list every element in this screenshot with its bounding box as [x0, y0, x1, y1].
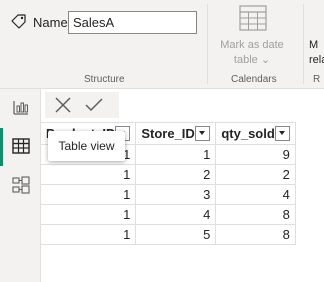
table-cell[interactable]: 9 — [215, 144, 296, 165]
mark-as-date-table-button[interactable]: Mark as date table ⌄ — [210, 38, 294, 68]
filter-dropdown-icon[interactable] — [274, 126, 290, 141]
manage-relationships-button[interactable]: M rela — [309, 38, 324, 68]
mark-as-date-table-line1: Mark as date — [220, 39, 284, 51]
column-header-store-id[interactable]: Store_ID — [135, 122, 217, 145]
name-label: Name — [33, 15, 68, 30]
table-cell[interactable]: 2 — [135, 164, 217, 185]
table-cell[interactable]: 5 — [135, 224, 217, 245]
table-cell[interactable]: 1 — [39, 224, 137, 245]
table-cell[interactable]: 1 — [39, 204, 137, 225]
name-input[interactable] — [68, 11, 197, 34]
report-view-icon[interactable] — [11, 97, 31, 117]
table-view-tooltip: Table view — [48, 131, 125, 161]
ribbon-separator — [207, 4, 208, 84]
filter-dropdown-icon[interactable] — [195, 126, 211, 141]
table-cell[interactable]: 3 — [135, 184, 217, 205]
ribbon-separator — [303, 4, 304, 84]
table-row: 1 2 2 — [39, 164, 296, 185]
table-cell[interactable]: 1 — [39, 164, 137, 185]
tag-icon — [10, 13, 28, 36]
active-view-indicator — [0, 128, 3, 166]
relationships-group-label: R — [313, 74, 321, 85]
table-cell[interactable]: 2 — [215, 164, 296, 185]
column-header-qty-sold[interactable]: qty_sold — [215, 122, 296, 145]
table-cell[interactable]: 8 — [215, 224, 296, 245]
table-row: 1 4 8 — [39, 204, 296, 225]
view-sidebar — [0, 89, 41, 282]
commit-check-icon[interactable] — [84, 96, 104, 119]
table-cell[interactable]: 1 — [135, 144, 217, 165]
mark-as-date-table-line2: table ⌄ — [233, 54, 271, 66]
column-header-label: qty_sold — [221, 126, 275, 141]
ribbon: Name Structure Mark as date table ⌄ Cale… — [0, 0, 324, 89]
table-cell[interactable]: 4 — [135, 204, 217, 225]
table-cell[interactable]: 4 — [215, 184, 296, 205]
table-cell[interactable]: 1 — [39, 184, 137, 205]
structure-group-label: Structure — [84, 74, 125, 85]
formula-bar-controls — [45, 92, 119, 118]
manage-relationships-line1: M — [309, 39, 319, 51]
manage-relationships-line2: rela — [309, 54, 324, 66]
calendars-group-label: Calendars — [231, 74, 277, 85]
calendar-icon — [238, 3, 268, 38]
cancel-icon[interactable] — [54, 96, 72, 119]
table-view-icon[interactable] — [11, 136, 31, 156]
table-cell[interactable]: 8 — [215, 204, 296, 225]
table-row: 1 5 8 — [39, 224, 296, 245]
model-view-icon[interactable] — [11, 175, 31, 195]
table-row: 1 3 4 — [39, 184, 296, 205]
column-header-label: Store_ID — [141, 126, 195, 141]
